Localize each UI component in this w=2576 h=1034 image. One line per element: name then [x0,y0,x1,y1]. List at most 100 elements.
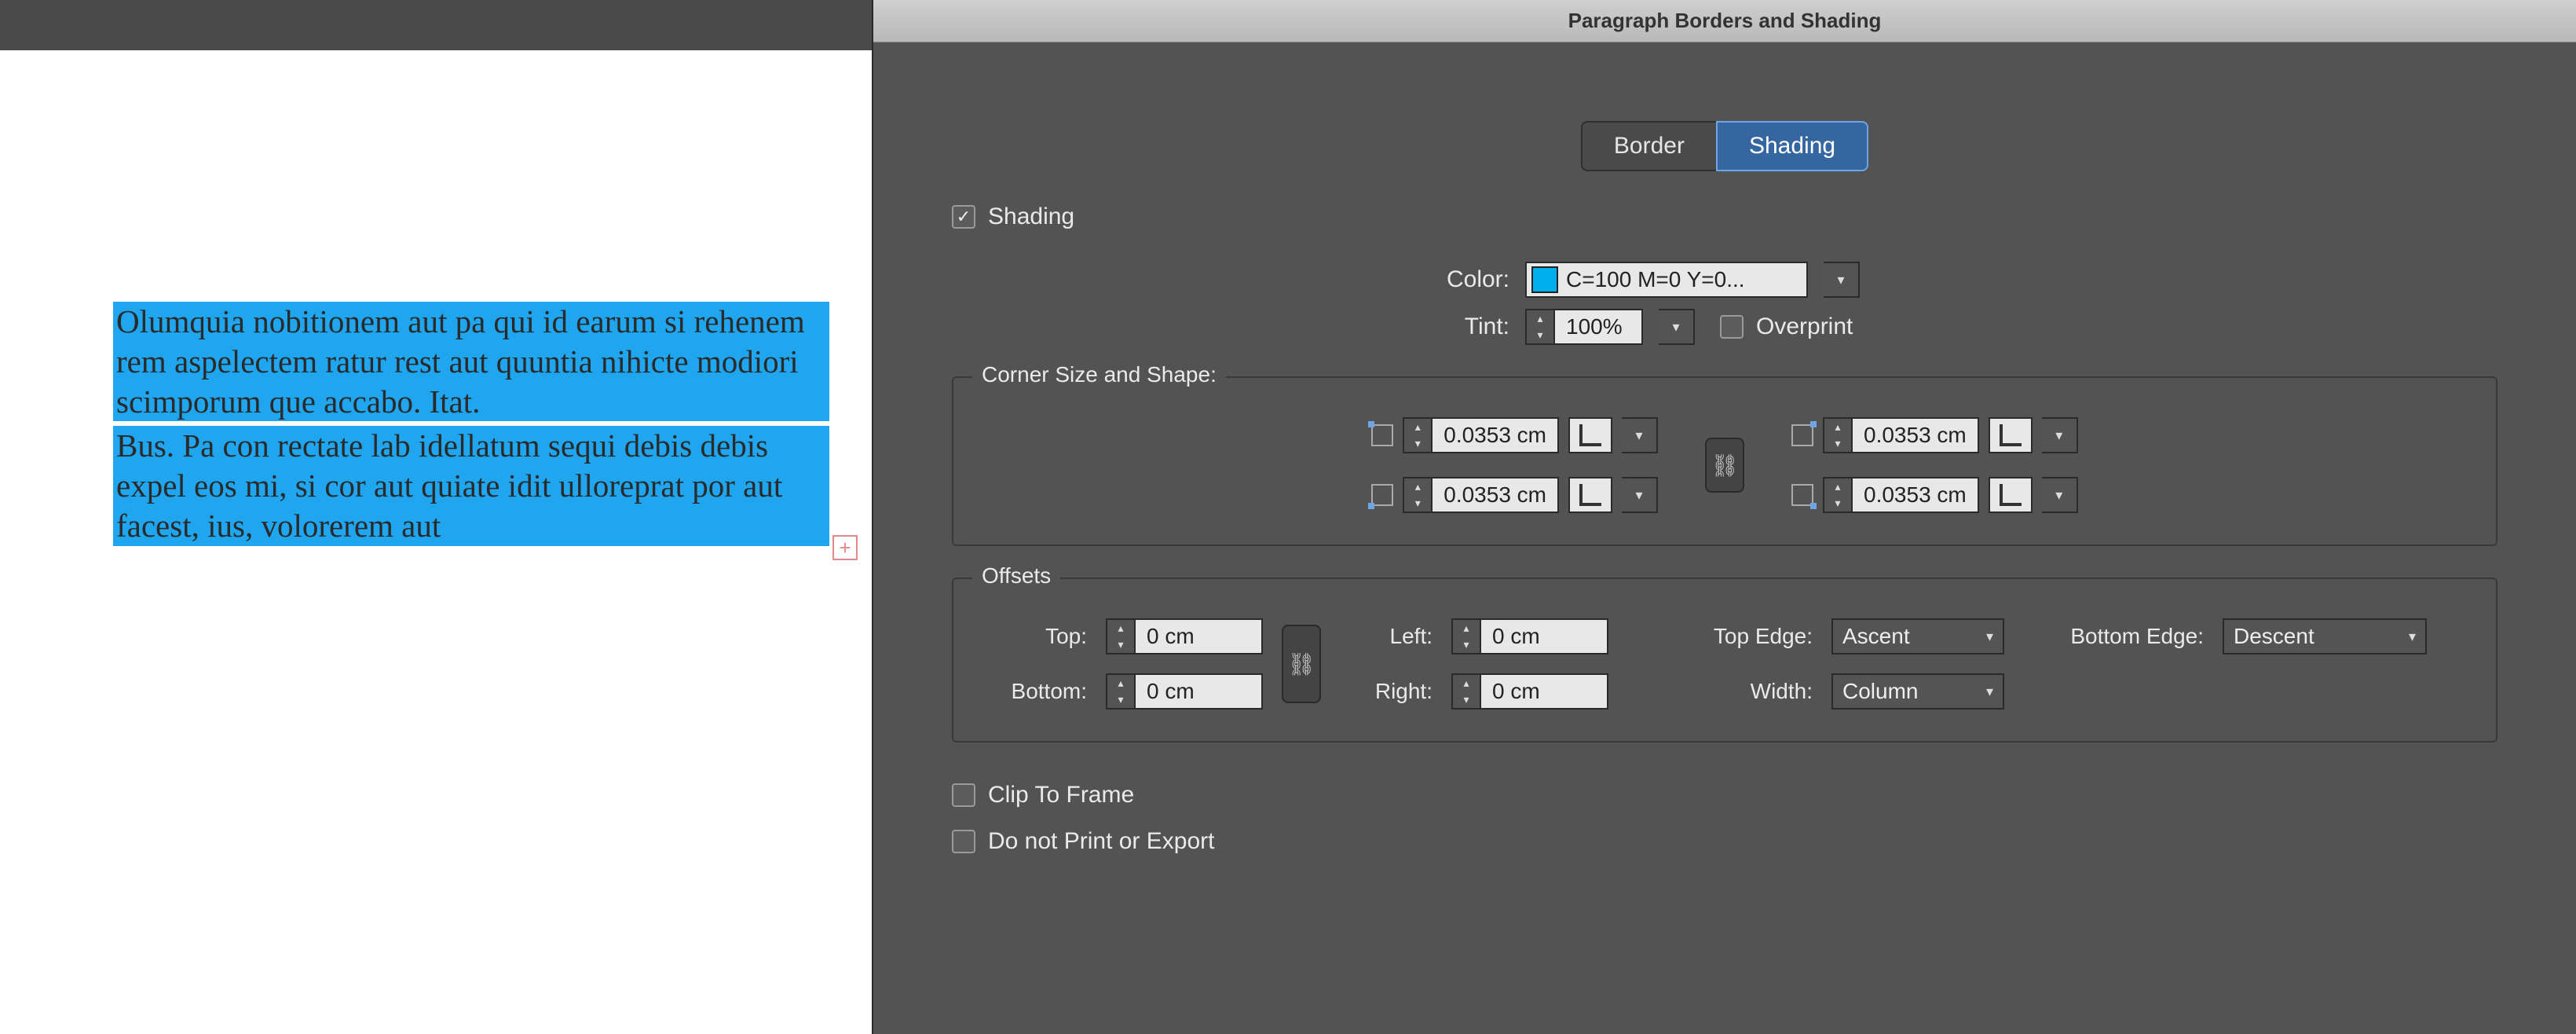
tab-bar: Border Shading [873,121,2576,171]
offsets-legend: Offsets [972,563,1060,588]
checkbox-icon [952,205,975,229]
color-value: C=100 M=0 Y=0... [1566,267,1745,292]
tint-dropdown-button[interactable]: ▾ [1659,309,1695,345]
clip-to-frame-checkbox[interactable]: Clip To Frame [952,782,1134,808]
stepper-buttons[interactable]: ▴▾ [1453,675,1481,708]
link-corners-button[interactable]: ⛓ [1705,438,1744,493]
corner-tr-icon [1791,424,1813,446]
chevron-down-icon: ▾ [1986,629,1993,645]
paragraph-shaded[interactable]: Olumquia nobitionem aut pa qui id earum … [113,302,829,421]
corner-bl-shape-dd[interactable]: ▾ [1622,477,1658,513]
chevron-down-icon: ▾ [2055,487,2062,504]
tab-border[interactable]: Border [1581,121,1716,171]
text-frame[interactable]: Olumquia nobitionem aut pa qui id earum … [113,302,829,551]
offset-right-stepper[interactable]: ▴▾ 0 cm [1451,673,1608,710]
offset-left-stepper[interactable]: ▴▾ 0 cm [1451,618,1608,654]
bottom-edge-value: Descent [2234,624,2314,649]
chevron-down-icon: ▾ [1837,272,1844,288]
overprint-label: Overprint [1756,314,1853,340]
chevron-down-icon: ▾ [2409,629,2416,645]
stepper-buttons[interactable]: ▴▾ [1404,419,1433,452]
do-not-print-label: Do not Print or Export [988,828,1214,855]
dialog-title: Paragraph Borders and Shading [873,0,2576,42]
corner-tl-shape-dd[interactable]: ▾ [1622,417,1658,453]
corner-tl-shape[interactable] [1568,417,1612,453]
corner-fieldset: Corner Size and Shape: ▴▾ 0.0353 cm ▾ ⛓ … [952,376,2497,546]
offset-bottom-stepper[interactable]: ▴▾ 0 cm [1106,673,1263,710]
color-select[interactable]: C=100 M=0 Y=0... [1525,262,1808,298]
offset-bottom-label: Bottom: [985,679,1087,704]
width-label: Width: [1671,679,1813,704]
top-edge-value: Ascent [1842,624,1910,649]
chevron-down-icon: ▾ [1635,427,1642,444]
offset-right-label: Right: [1338,679,1433,704]
bottom-edge-label: Bottom Edge: [2023,624,2204,649]
color-label: Color: [1423,266,1509,293]
offset-top-value: 0 cm [1136,624,1222,649]
paragraph-borders-shading-dialog: Paragraph Borders and Shading Border Sha… [872,0,2576,1034]
corner-shape-icon [2000,484,2022,506]
corner-tr-value: 0.0353 cm [1853,423,1978,448]
checkbox-icon [1720,315,1744,339]
do-not-print-checkbox[interactable]: Do not Print or Export [952,828,1214,855]
tint-stepper[interactable]: ▴▾ 100% [1525,309,1643,345]
offset-left-label: Left: [1338,624,1433,649]
stepper-buttons[interactable]: ▴▾ [1527,310,1555,343]
corner-tl-stepper[interactable]: ▴▾ 0.0353 cm [1403,417,1559,453]
width-select[interactable]: Column ▾ [1831,673,2004,710]
stepper-buttons[interactable]: ▴▾ [1824,419,1853,452]
top-edge-label: Top Edge: [1671,624,1813,649]
overprint-checkbox[interactable]: Overprint [1720,314,1853,340]
color-swatch-icon [1531,266,1558,293]
chevron-down-icon: ▾ [1986,684,1993,700]
corner-bl-shape[interactable] [1568,477,1612,513]
tint-value: 100% [1555,314,1641,339]
checkbox-icon [952,783,975,807]
stepper-buttons[interactable]: ▴▾ [1107,675,1136,708]
tab-shading[interactable]: Shading [1716,121,1868,171]
corner-bl-value: 0.0353 cm [1433,482,1557,508]
shading-checkbox-label: Shading [988,204,1074,230]
shading-checkbox[interactable]: Shading [952,204,1074,230]
stepper-buttons[interactable]: ▴▾ [1107,620,1136,653]
stepper-buttons[interactable]: ▴▾ [1453,620,1481,653]
chevron-down-icon: ▾ [2055,427,2062,444]
tint-label: Tint: [1423,314,1509,340]
stepper-buttons[interactable]: ▴▾ [1824,478,1853,512]
corner-shape-icon [1579,424,1601,446]
color-dropdown-button[interactable]: ▾ [1824,262,1860,298]
corner-legend: Corner Size and Shape: [972,362,1226,387]
corner-tl-value: 0.0353 cm [1433,423,1557,448]
offset-left-value: 0 cm [1481,624,1568,649]
offset-top-label: Top: [985,624,1087,649]
corner-shape-icon [1579,484,1601,506]
paragraph-shaded[interactable]: Bus. Pa con rectate lab idellatum sequi … [113,426,829,545]
width-value: Column [1842,679,1918,704]
document-canvas: Olumquia nobitionem aut pa qui id earum … [0,50,872,1034]
corner-tr-stepper[interactable]: ▴▾ 0.0353 cm [1823,417,1979,453]
bottom-edge-select[interactable]: Descent ▾ [2223,618,2427,654]
corner-bl-stepper[interactable]: ▴▾ 0.0353 cm [1403,477,1559,513]
clip-to-frame-label: Clip To Frame [988,782,1134,808]
stepper-buttons[interactable]: ▴▾ [1404,478,1433,512]
corner-br-value: 0.0353 cm [1853,482,1978,508]
corner-tr-shape-dd[interactable]: ▾ [2042,417,2078,453]
corner-tr-shape[interactable] [1989,417,2033,453]
corner-shape-icon [2000,424,2022,446]
overset-indicator[interactable]: + [832,535,858,560]
offset-top-stepper[interactable]: ▴▾ 0 cm [1106,618,1263,654]
chevron-down-icon: ▾ [1672,319,1679,336]
top-edge-select[interactable]: Ascent ▾ [1831,618,2004,654]
checkbox-icon [952,830,975,853]
corner-br-icon [1791,484,1813,506]
chevron-down-icon: ▾ [1635,487,1642,504]
offset-right-value: 0 cm [1481,679,1568,704]
corner-br-shape[interactable] [1989,477,2033,513]
link-offsets-button[interactable]: ⛓ [1282,625,1321,703]
corner-br-stepper[interactable]: ▴▾ 0.0353 cm [1823,477,1979,513]
corner-bl-icon [1371,484,1393,506]
offsets-fieldset: Offsets Top: ▴▾ 0 cm ⛓ Left: ▴▾ 0 cm Bot… [952,578,2497,742]
corner-br-shape-dd[interactable]: ▾ [2042,477,2078,513]
offset-bottom-value: 0 cm [1136,679,1222,704]
corner-tl-icon [1371,424,1393,446]
